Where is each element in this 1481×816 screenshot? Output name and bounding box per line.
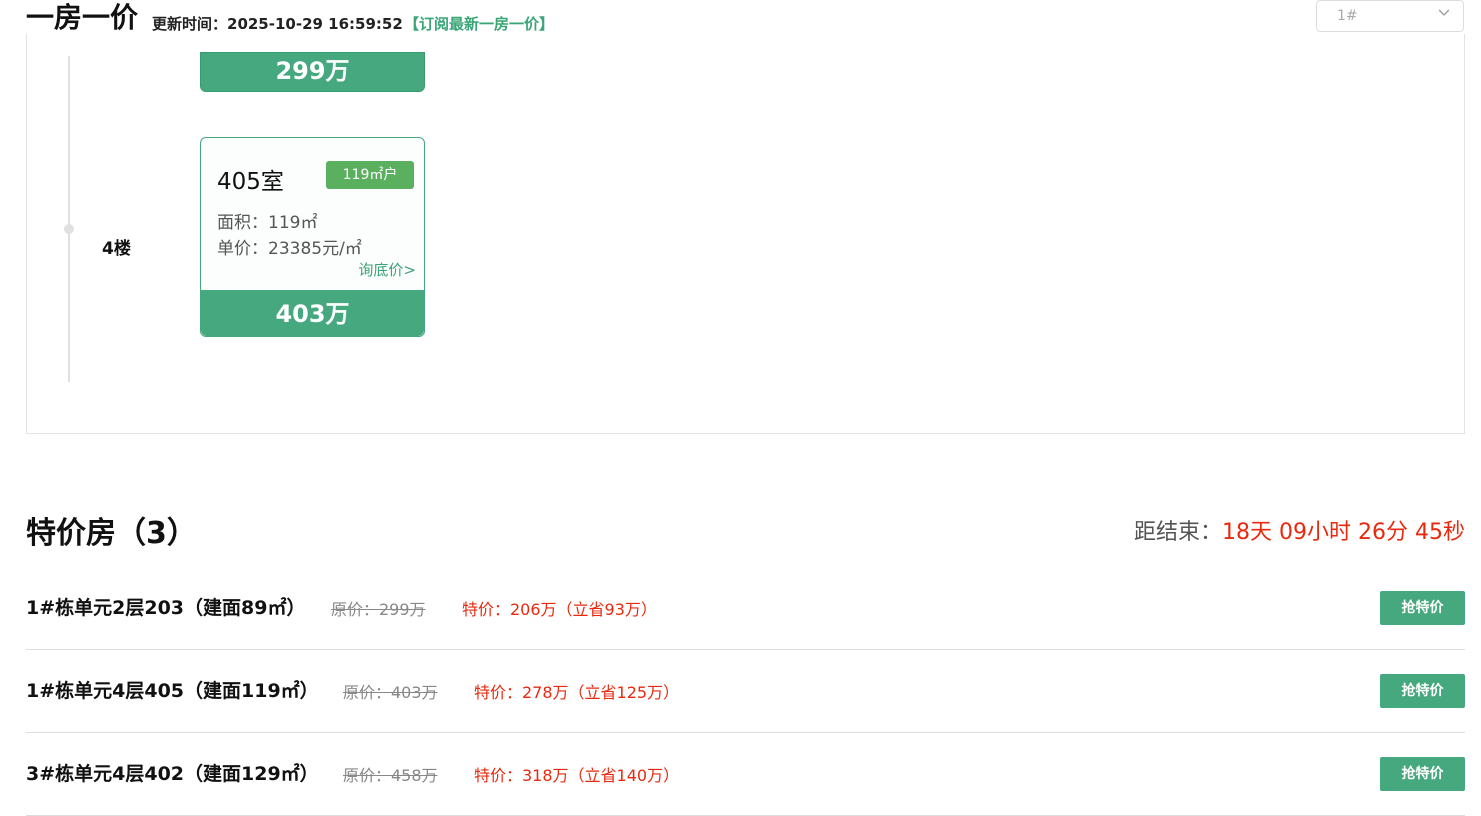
grab-special-button[interactable]: 抢特价 <box>1380 591 1465 625</box>
floor-timeline <box>68 56 70 382</box>
special-row: 1#栋单元4层405（建面119㎡） 原价：403万 特价：278万（立省125… <box>26 650 1465 733</box>
special-row: 1#栋单元2层203（建面89㎡） 原价：299万 特价：206万（立省93万）… <box>26 567 1465 650</box>
unit-price-per-sqm: 单价：23385元/㎡ <box>217 239 362 259</box>
special-price: 特价：318万（立省140万） <box>474 766 680 785</box>
chevron-down-icon <box>1439 9 1449 16</box>
unit-area: 面积：119㎡ <box>217 213 318 233</box>
timeline-dot <box>64 224 74 234</box>
unit-type-badge: 119㎡户 <box>326 161 414 189</box>
page-title: 一房一价 <box>26 1 139 34</box>
original-price: 原价：403万 <box>343 683 438 702</box>
special-unit-name: 3#栋单元4层402（建面129㎡） <box>26 763 319 785</box>
special-unit-name: 1#栋单元4层405（建面119㎡） <box>26 680 319 702</box>
countdown: 距结束：18天 09小时 26分 45秒 <box>1134 514 1465 546</box>
grab-special-button[interactable]: 抢特价 <box>1380 757 1465 791</box>
unit-total-price: 403万 <box>201 290 424 336</box>
grab-special-button[interactable]: 抢特价 <box>1380 674 1465 708</box>
building-select[interactable]: 1# <box>1316 0 1464 32</box>
original-price: 原价：458万 <box>343 766 438 785</box>
unit-room-number: 405室 <box>217 169 284 195</box>
countdown-value: 18天 09小时 26分 45秒 <box>1222 520 1465 545</box>
unit-card-405[interactable]: 405室 119㎡户 面积：119㎡ 单价：23385元/㎡ 询底价> 403万 <box>200 137 425 337</box>
countdown-label: 距结束： <box>1134 520 1223 545</box>
original-price: 原价：299万 <box>331 600 426 619</box>
special-price: 特价：278万（立省125万） <box>474 683 680 702</box>
unit-card-price-prev[interactable]: 299万 <box>200 52 425 92</box>
special-row: 3#栋单元4层402（建面129㎡） 原价：458万 特价：318万（立省140… <box>26 733 1465 816</box>
floor-label: 4楼 <box>102 239 131 259</box>
building-select-value: 1# <box>1337 8 1358 24</box>
specials-title: 特价房（3） <box>26 516 197 551</box>
ask-lowest-price-link[interactable]: 询底价> <box>358 259 416 280</box>
subscribe-link[interactable]: 【订阅最新一房一价】 <box>404 13 554 34</box>
special-price: 特价：206万（立省93万） <box>462 600 657 619</box>
update-time: 更新时间：2025-10-29 16:59:52 <box>152 15 403 33</box>
special-unit-name: 1#栋单元2层203（建面89㎡） <box>26 597 306 619</box>
